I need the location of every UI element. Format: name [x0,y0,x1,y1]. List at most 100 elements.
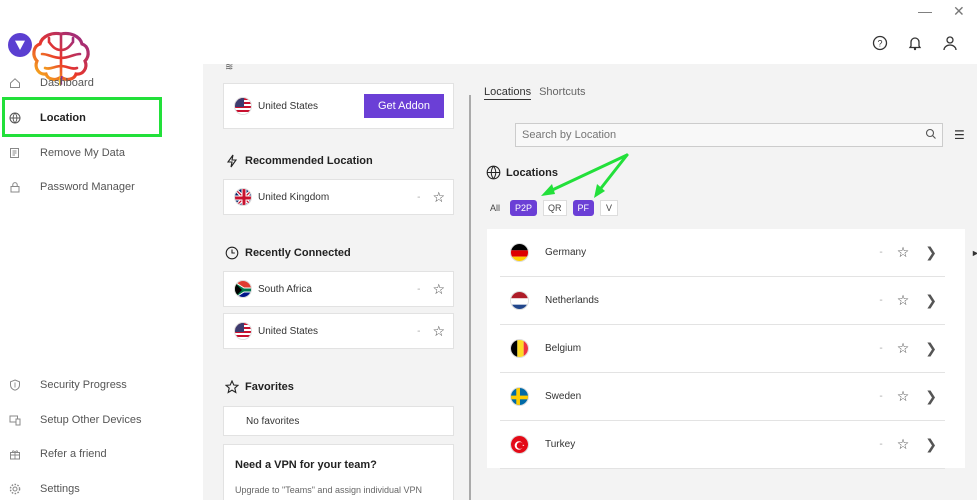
flag-us-icon [234,322,252,340]
teams-description: Upgrade to "Teams" and assign individual… [235,485,422,495]
star-icon[interactable]: ☆ [897,292,910,309]
flag-netherlands-icon [510,291,529,310]
latency-value: - [879,439,883,450]
speed-icon: ≋ [225,62,234,73]
sidebar-item-security-progress[interactable]: Security Progress [0,374,170,396]
country-name: Turkey [545,439,576,450]
minimize-icon[interactable]: — [918,3,932,19]
star-icon[interactable]: ☆ [897,244,910,261]
latency-value: - [417,191,421,203]
list-item[interactable]: South Africa - ☆ [223,271,454,307]
star-icon[interactable]: ☆ [432,189,445,206]
tab-bar: Locations Shortcuts [484,86,586,100]
filter-all[interactable]: All [486,200,504,216]
filter-qr[interactable]: QR [543,200,567,216]
search-input[interactable] [515,123,943,147]
teams-upsell-card[interactable]: Need a VPN for your team? Upgrade to "Te… [223,444,454,500]
table-row[interactable]: Netherlands - ☆ ❯ [500,277,945,325]
app-logo [8,33,32,57]
table-row[interactable]: Belgium - ☆ ❯ [500,325,945,373]
table-row[interactable]: Turkey - ☆ ❯ [500,421,945,469]
latency-value: - [879,343,883,354]
globe-icon [486,165,501,180]
teams-title: Need a VPN for your team? [235,459,377,471]
country-name: Germany [545,247,587,258]
chevron-right-icon[interactable]: ❯ [925,292,937,309]
header-actions: ? [871,34,959,52]
sidebar-item-refer-a-friend[interactable]: Refer a friend [0,443,170,465]
flag-uk-icon [234,188,252,206]
sidebar-item-password-manager[interactable]: Password Manager [0,176,170,198]
country-name: United Kingdom [258,191,330,203]
list-menu-icon[interactable]: ☰ [954,128,965,142]
list-item[interactable]: United States - ☆ [223,313,454,349]
search-icon[interactable] [925,128,937,140]
table-row[interactable]: Sweden - ☆ ❯ [500,373,945,421]
addon-country: United States [258,100,319,112]
filter-v[interactable]: V [600,200,619,216]
sidebar-item-dashboard[interactable]: Dashboard [0,72,170,94]
panel-divider-handle[interactable] [469,95,471,500]
home-icon [8,76,22,90]
lightning-icon [225,154,239,168]
filter-pf[interactable]: PF [572,200,595,216]
chevron-right-icon[interactable]: ❯ [925,436,937,453]
star-icon[interactable]: ☆ [897,388,910,405]
sidebar: Dashboard Location Remove My Data Passwo… [0,0,203,500]
star-icon[interactable]: ☆ [897,340,910,357]
sidebar-item-label: Refer a friend [40,448,107,460]
star-icon[interactable]: ☆ [432,323,445,340]
star-outline-icon [225,380,239,394]
devices-icon [8,413,22,427]
gift-icon [8,447,22,461]
filter-p2p[interactable]: P2P [510,200,538,216]
list-item[interactable]: United Kingdom - ☆ [223,179,454,215]
user-icon[interactable] [941,34,959,52]
shield-icon [8,378,22,392]
chevron-right-icon[interactable]: ❯ [925,244,937,261]
sidebar-item-setup-other-devices[interactable]: Setup Other Devices [0,409,170,431]
favorites-heading: Favorites [225,380,294,394]
recently-connected-heading: Recently Connected [225,246,351,260]
sidebar-item-label: Password Manager [40,181,135,193]
sidebar-item-label: Remove My Data [40,147,125,159]
gear-icon [8,482,22,496]
country-name: United States [258,325,319,337]
latency-value: - [417,283,421,295]
latency-value: - [879,295,883,306]
middle-panel: ≋ United States Get Addon Recommended Lo… [203,62,475,500]
close-icon[interactable]: ✕ [953,3,965,20]
lock-icon [8,180,22,194]
location-highlight-box [2,97,162,137]
sidebar-item-remove-my-data[interactable]: Remove My Data [0,142,170,164]
locations-heading: Locations [486,165,558,180]
sidebar-item-label: Setup Other Devices [40,414,142,426]
latency-value: - [879,247,883,258]
favorites-empty-state: No favorites [223,406,454,436]
latency-value: - [417,325,421,337]
latency-value: - [879,391,883,402]
get-addon-button[interactable]: Get Addon [364,94,444,118]
help-icon[interactable]: ? [871,34,889,52]
country-list: Germany - ☆ ❯ Netherlands - ☆ ❯ Belgium … [487,229,965,469]
flag-belgium-icon [510,339,529,358]
data-icon [8,146,22,160]
table-row[interactable]: Germany - ☆ ❯ [500,229,945,277]
country-name: Netherlands [545,295,599,306]
locations-panel: Locations Shortcuts ☰ Locations All P2P … [475,64,977,500]
flag-turkey-icon [510,435,529,454]
flag-sweden-icon [510,387,529,406]
tab-shortcuts[interactable]: Shortcuts [539,86,585,100]
bell-icon[interactable] [906,34,924,52]
flag-us-icon [234,97,252,115]
chevron-right-icon[interactable]: ❯ [925,340,937,357]
star-icon[interactable]: ☆ [897,436,910,453]
edge-caret-icon: ► [971,248,977,258]
sidebar-item-settings[interactable]: Settings [0,478,170,500]
chevron-right-icon[interactable]: ❯ [925,388,937,405]
star-icon[interactable]: ☆ [432,281,445,298]
flag-south-africa-icon [234,280,252,298]
tab-locations[interactable]: Locations [484,86,532,100]
flag-germany-icon [510,243,529,262]
addon-card: United States Get Addon [223,83,454,129]
